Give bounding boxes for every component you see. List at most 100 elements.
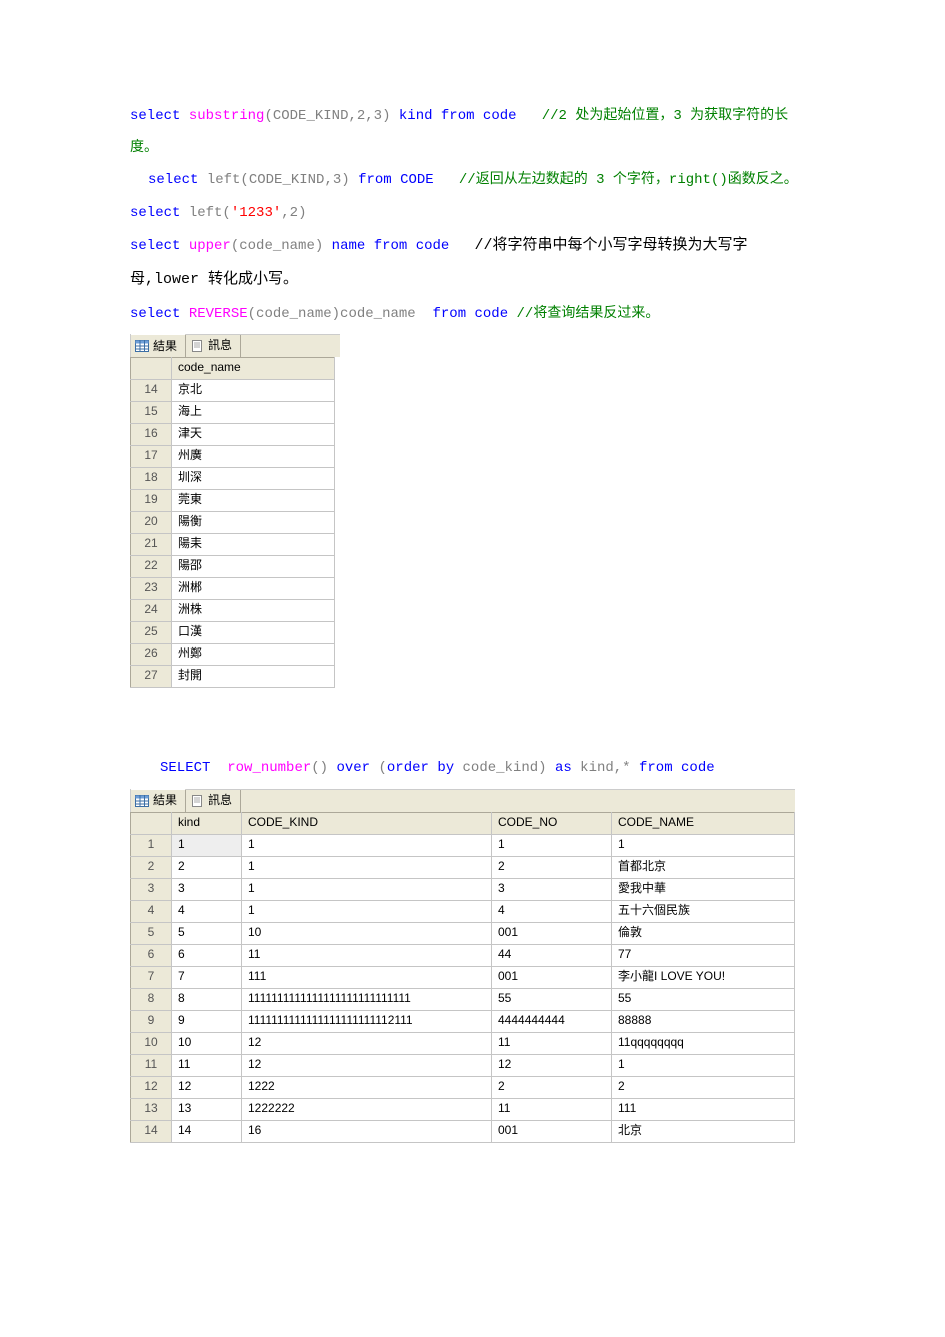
table-row[interactable]: 16津天	[131, 423, 335, 445]
tab-messages[interactable]: 訊息	[186, 790, 241, 812]
table-row[interactable]: 18圳深	[131, 467, 335, 489]
table-row[interactable]: 4414五十六個民族	[131, 900, 795, 922]
cell-value[interactable]: 1	[612, 1054, 795, 1076]
tab-messages[interactable]: 訊息	[186, 335, 241, 357]
table-row[interactable]: 8811111111111111111111111111115555	[131, 988, 795, 1010]
cell-value[interactable]: 8	[172, 988, 242, 1010]
cell-value[interactable]: 6	[172, 944, 242, 966]
cell-value[interactable]: 3	[172, 878, 242, 900]
cell-value[interactable]: 55	[612, 988, 795, 1010]
cell-value[interactable]: 77	[612, 944, 795, 966]
cell-value[interactable]: 莞東	[172, 489, 335, 511]
cell-value[interactable]: 陽耒	[172, 533, 335, 555]
cell-value[interactable]: 11	[242, 944, 492, 966]
table-row[interactable]: 141416001北京	[131, 1120, 795, 1142]
col-header-codename[interactable]: CODE_NAME	[612, 812, 795, 834]
cell-value[interactable]: 11qqqqqqqq	[612, 1032, 795, 1054]
cell-value[interactable]: 洲株	[172, 599, 335, 621]
cell-value[interactable]: 1111111111111111111111111111	[242, 988, 492, 1010]
cell-value[interactable]: 1	[242, 878, 492, 900]
cell-value[interactable]: 2	[612, 1076, 795, 1098]
table-row[interactable]: 1313122222211111	[131, 1098, 795, 1120]
cell-value[interactable]: 55	[492, 988, 612, 1010]
cell-value[interactable]: 12	[492, 1054, 612, 1076]
table-row[interactable]: 5510001倫敦	[131, 922, 795, 944]
table-row[interactable]: 19莞東	[131, 489, 335, 511]
table-row[interactable]: 9911111111111111111111111121114444444444…	[131, 1010, 795, 1032]
cell-value[interactable]: 1	[172, 834, 242, 856]
table-row[interactable]: 24洲株	[131, 599, 335, 621]
cell-value[interactable]: 14	[172, 1120, 242, 1142]
cell-value[interactable]: 4	[172, 900, 242, 922]
cell-value[interactable]: 陽衡	[172, 511, 335, 533]
cell-value[interactable]: 1	[492, 834, 612, 856]
cell-value[interactable]: 2	[172, 856, 242, 878]
cell-value[interactable]: 圳深	[172, 467, 335, 489]
cell-value[interactable]: 口漢	[172, 621, 335, 643]
table-row[interactable]: 1212122222	[131, 1076, 795, 1098]
table-row[interactable]: 26州鄭	[131, 643, 335, 665]
cell-value[interactable]: 12	[242, 1032, 492, 1054]
cell-value[interactable]: 愛我中華	[612, 878, 795, 900]
cell-value[interactable]: 5	[172, 922, 242, 944]
cell-value[interactable]: 1111111111111111111111112111	[242, 1010, 492, 1032]
cell-value[interactable]: 州鄭	[172, 643, 335, 665]
cell-value[interactable]: 111	[242, 966, 492, 988]
cell-value[interactable]: 2	[492, 1076, 612, 1098]
table-row[interactable]: 20陽衡	[131, 511, 335, 533]
table-row[interactable]: 17州廣	[131, 445, 335, 467]
cell-value[interactable]: 1	[242, 900, 492, 922]
tab-results[interactable]: 結果	[131, 789, 186, 812]
cell-value[interactable]: 州廣	[172, 445, 335, 467]
cell-value[interactable]: 001	[492, 922, 612, 944]
cell-value[interactable]: 88888	[612, 1010, 795, 1032]
tab-results[interactable]: 結果	[131, 334, 186, 357]
table-row[interactable]: 21陽耒	[131, 533, 335, 555]
cell-value[interactable]: 9	[172, 1010, 242, 1032]
table-row[interactable]: 25口漢	[131, 621, 335, 643]
table-row[interactable]: 23洲郴	[131, 577, 335, 599]
cell-value[interactable]: 001	[492, 1120, 612, 1142]
cell-value[interactable]: 五十六個民族	[612, 900, 795, 922]
cell-value[interactable]: 1222	[242, 1076, 492, 1098]
table-row[interactable]: 3313愛我中華	[131, 878, 795, 900]
cell-value[interactable]: 11	[172, 1054, 242, 1076]
col-header[interactable]: code_name	[172, 357, 335, 379]
cell-value[interactable]: 44	[492, 944, 612, 966]
cell-value[interactable]: 李小龍I LOVE YOU!	[612, 966, 795, 988]
cell-value[interactable]: 12	[172, 1076, 242, 1098]
cell-value[interactable]: 10	[172, 1032, 242, 1054]
table-row[interactable]: 111112121	[131, 1054, 795, 1076]
table-row[interactable]: 1010121111qqqqqqqq	[131, 1032, 795, 1054]
table-row[interactable]: 22陽邵	[131, 555, 335, 577]
cell-value[interactable]: 1222222	[242, 1098, 492, 1120]
cell-value[interactable]: 封開	[172, 665, 335, 687]
cell-value[interactable]: 16	[242, 1120, 492, 1142]
cell-value[interactable]: 津天	[172, 423, 335, 445]
cell-value[interactable]: 13	[172, 1098, 242, 1120]
table-row[interactable]: 15海上	[131, 401, 335, 423]
cell-value[interactable]: 2	[492, 856, 612, 878]
table-row[interactable]: 27封開	[131, 665, 335, 687]
cell-value[interactable]: 11	[492, 1098, 612, 1120]
cell-value[interactable]: 12	[242, 1054, 492, 1076]
cell-value[interactable]: 10	[242, 922, 492, 944]
col-header-kind[interactable]: kind	[172, 812, 242, 834]
cell-value[interactable]: 3	[492, 878, 612, 900]
table-row[interactable]: 2212首都北京	[131, 856, 795, 878]
col-header-codeno[interactable]: CODE_NO	[492, 812, 612, 834]
table-row[interactable]: 11111	[131, 834, 795, 856]
table-row[interactable]: 66114477	[131, 944, 795, 966]
cell-value[interactable]: 7	[172, 966, 242, 988]
table-row[interactable]: 14京北	[131, 379, 335, 401]
cell-value[interactable]: 首都北京	[612, 856, 795, 878]
cell-value[interactable]: 倫敦	[612, 922, 795, 944]
cell-value[interactable]: 京北	[172, 379, 335, 401]
cell-value[interactable]: 陽邵	[172, 555, 335, 577]
cell-value[interactable]: 11	[492, 1032, 612, 1054]
cell-value[interactable]: 1	[242, 834, 492, 856]
cell-value[interactable]: 海上	[172, 401, 335, 423]
cell-value[interactable]: 1	[242, 856, 492, 878]
cell-value[interactable]: 4	[492, 900, 612, 922]
cell-value[interactable]: 洲郴	[172, 577, 335, 599]
